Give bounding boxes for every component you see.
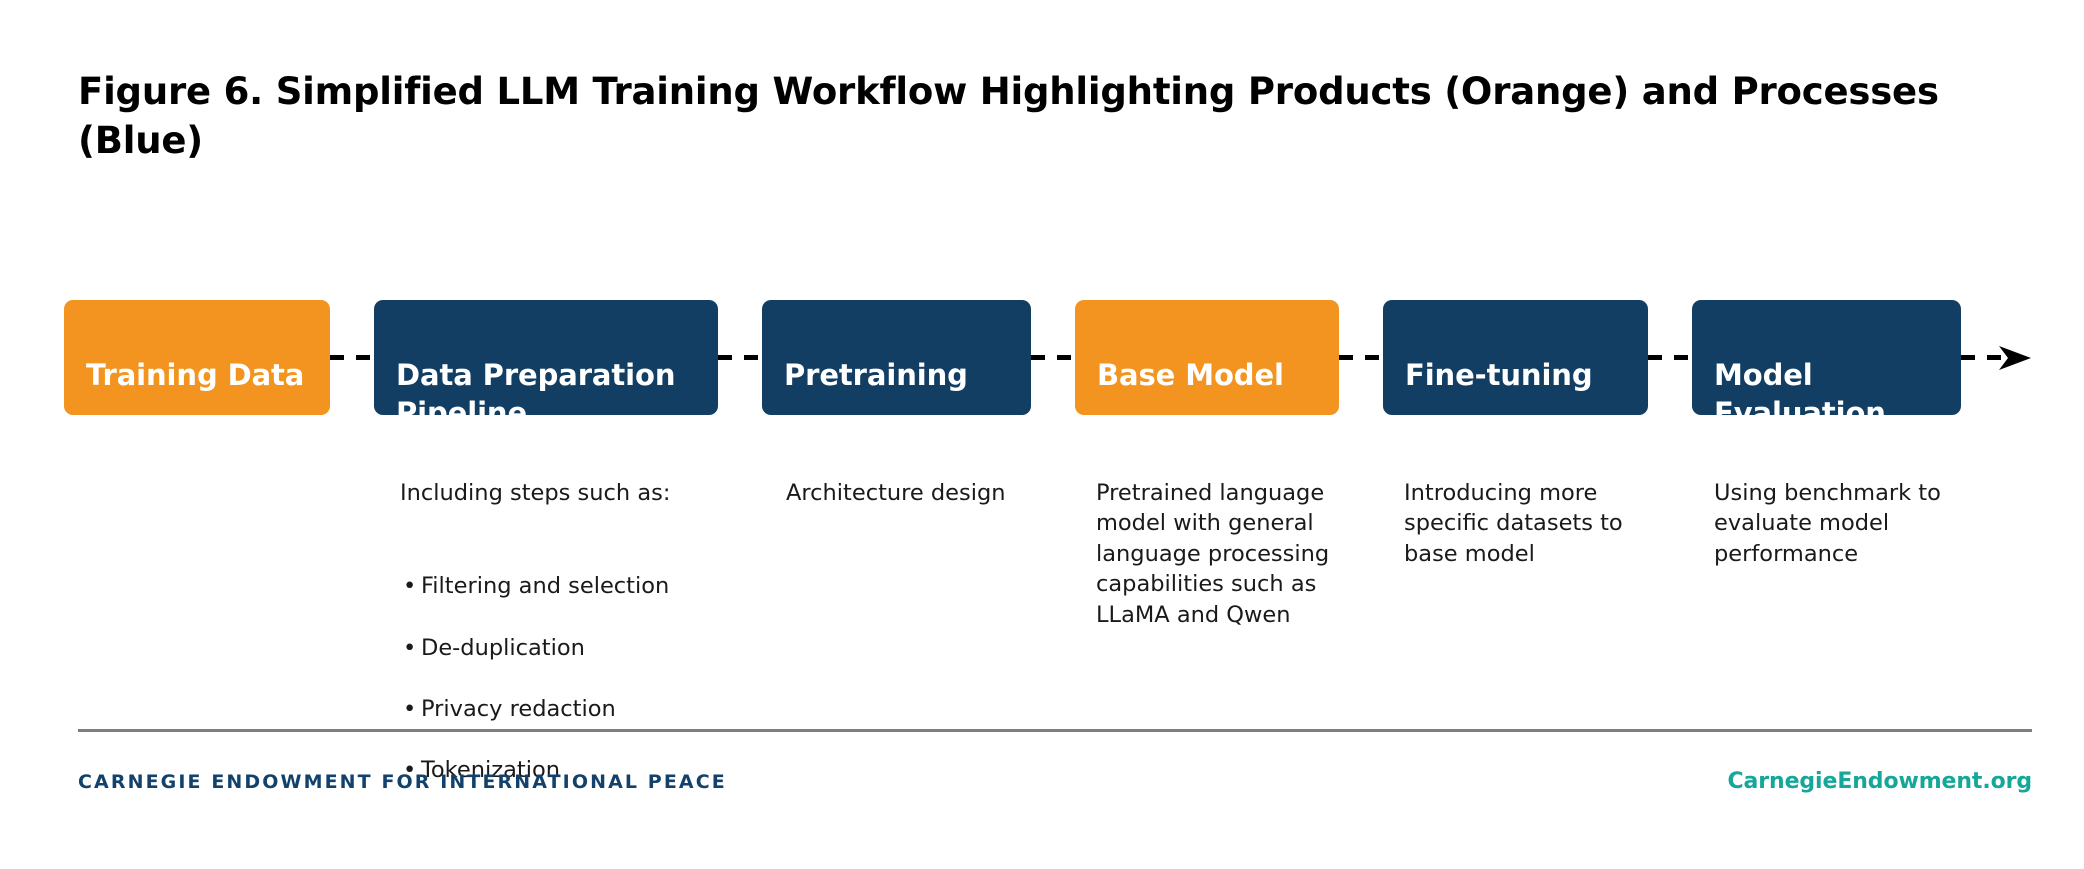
footer-website-link[interactable]: CarnegieEndowment.org <box>1727 769 2032 794</box>
list-item: Privacy redaction <box>403 694 700 725</box>
connector-5 <box>1648 355 1692 360</box>
caption-model-evaluation: Using benchmark to evaluate model perfor… <box>1714 447 1964 600</box>
node-fine-tuning[interactable]: Fine-tuning <box>1383 300 1648 415</box>
connector-2 <box>718 355 762 360</box>
workflow-diagram: Training Data Data Preparation Pipeline … <box>0 0 2084 869</box>
node-label: Fine-tuning <box>1405 357 1593 392</box>
connector-1 <box>330 355 374 360</box>
list-item: Filtering and selection <box>403 571 700 602</box>
node-data-preparation-pipeline[interactable]: Data Preparation Pipeline <box>374 300 718 430</box>
node-pretraining[interactable]: Pretraining <box>762 300 1031 415</box>
footer-organization: CARNEGIE ENDOWMENT FOR INTERNATIONAL PEA… <box>78 771 727 793</box>
node-base-model[interactable]: Base Model <box>1075 300 1339 415</box>
arrow-right-icon <box>1999 346 2031 370</box>
node-training-data[interactable]: Training Data <box>64 300 330 415</box>
caption-intro: Pretrained language model with general l… <box>1096 479 1330 628</box>
caption-fine-tuning: Introducing more specific datasets to ba… <box>1404 447 1644 600</box>
node-label: Data Preparation Pipeline <box>396 357 676 431</box>
caption-intro: Architecture design <box>786 479 1006 506</box>
caption-intro: Introducing more specific datasets to ba… <box>1404 479 1623 567</box>
caption-intro: Including steps such as: <box>400 479 671 506</box>
node-model-evaluation[interactable]: Model Evaluation <box>1692 300 1961 430</box>
list-item: De-duplication <box>403 633 700 664</box>
node-label: Model Evaluation <box>1714 357 1886 431</box>
caption-pretraining: Architecture design <box>786 447 1056 539</box>
footer-divider <box>78 729 2032 732</box>
connector-3 <box>1031 355 1075 360</box>
node-label: Training Data <box>86 357 305 392</box>
caption-base-model: Pretrained language model with general l… <box>1096 447 1344 661</box>
caption-intro: Using benchmark to evaluate model perfor… <box>1714 479 1941 567</box>
node-label: Base Model <box>1097 357 1284 392</box>
connector-4 <box>1339 355 1383 360</box>
node-label: Pretraining <box>784 357 968 392</box>
